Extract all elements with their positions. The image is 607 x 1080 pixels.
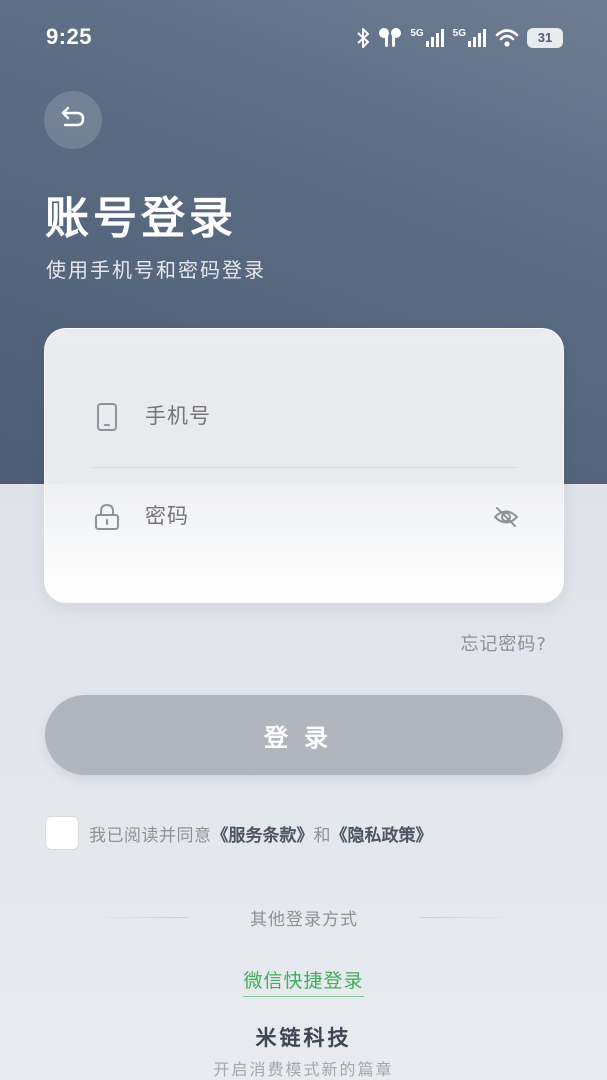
phone-input[interactable]: [145, 405, 521, 429]
page-subtitle: 使用手机号和密码登录: [46, 258, 266, 282]
agreement-checkbox[interactable]: [45, 816, 79, 850]
signal-5g-icon: 5G: [453, 28, 487, 48]
agreement-text: 我已阅读并同意: [89, 825, 212, 846]
back-button[interactable]: [44, 91, 102, 149]
agreement-and-text: 和: [313, 825, 331, 846]
agreement-row: 我已阅读并同意 《服务条款》 和 《隐私政策》: [45, 816, 433, 850]
status-icons: 5G 5G 31: [356, 26, 563, 50]
wechat-login-row: 微信快捷登录: [0, 966, 607, 997]
login-form-card: [44, 328, 564, 603]
login-button[interactable]: 登录: [45, 695, 563, 775]
other-login-label: 其他登录方式: [250, 909, 358, 930]
phone-field[interactable]: [93, 387, 521, 447]
phone-icon: [93, 401, 121, 433]
status-bar: 9:25 5G 5G 31: [0, 0, 607, 78]
wechat-login-link[interactable]: 微信快捷登录: [243, 970, 364, 997]
brand-name: 米链科技: [255, 1026, 352, 1050]
brand-slogan: 开启消费模式新的篇章: [213, 1060, 394, 1079]
password-input[interactable]: [145, 505, 491, 529]
forgot-password-link[interactable]: 忘记密码?: [460, 630, 547, 656]
return-arrow-icon: [59, 105, 87, 135]
network-type-label: 5G: [452, 28, 466, 39]
bluetooth-icon: [356, 27, 370, 49]
earbuds-icon: [378, 27, 402, 49]
divider-line-left: [90, 916, 188, 918]
lock-icon: [93, 501, 121, 533]
terms-link[interactable]: 《服务条款》: [212, 821, 314, 846]
page-title: 账号登录: [45, 193, 237, 244]
wifi-icon: [495, 28, 519, 48]
divider-line-right: [420, 916, 518, 918]
eye-off-icon[interactable]: [491, 502, 521, 532]
privacy-link[interactable]: 《隐私政策》: [331, 821, 433, 846]
password-field[interactable]: [93, 487, 521, 547]
other-login-divider: 其他登录方式: [90, 906, 518, 930]
field-divider: [93, 467, 517, 468]
battery-icon: 31: [527, 28, 563, 48]
signal-5g-icon: 5G: [410, 28, 444, 48]
status-time: 9:25: [46, 24, 93, 49]
network-type-label: 5G: [410, 28, 424, 39]
